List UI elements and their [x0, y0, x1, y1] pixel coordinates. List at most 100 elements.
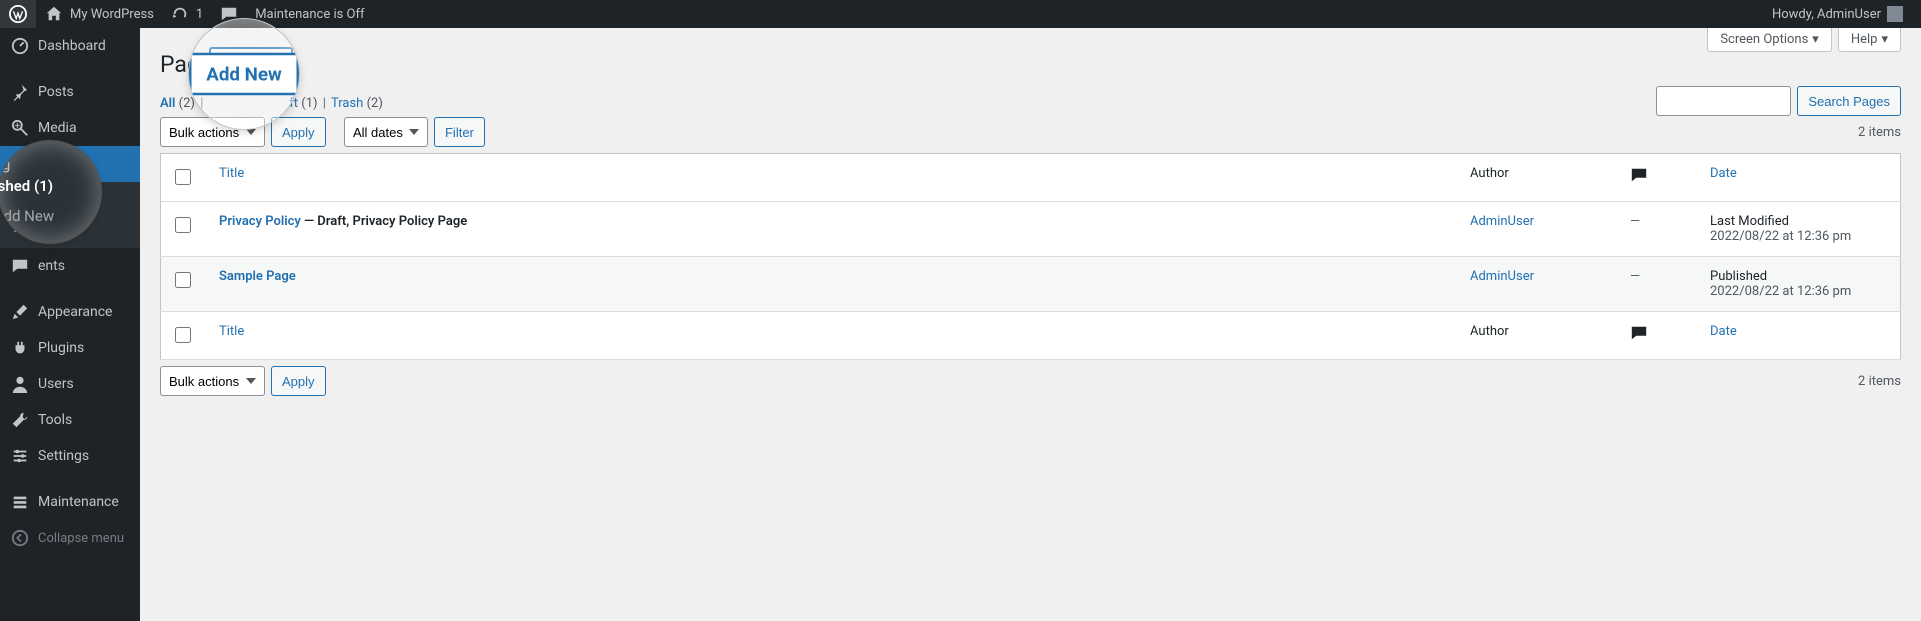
table-row: Privacy Policy — Draft, Privacy Policy P…	[161, 202, 1901, 257]
items-count-bottom: 2 items	[1858, 374, 1901, 389]
avatar	[1887, 6, 1903, 22]
col-date-sort[interactable]: Date	[1710, 324, 1737, 339]
sidebar-item-label: Plugins	[38, 340, 84, 356]
sidebar-item-tools[interactable]: Tools	[0, 402, 140, 438]
separator: |	[321, 96, 328, 111]
pages-submenu: All Pages Add New	[0, 182, 140, 248]
sidebar-item-label: Pages	[38, 156, 77, 172]
caret-down-icon: ▾	[1881, 32, 1888, 47]
collapse-icon	[10, 528, 30, 548]
apply-button-bottom[interactable]: Apply	[271, 366, 326, 396]
sidebar-item-pages[interactable]: Pages	[0, 146, 140, 182]
sidebar-item-label: Media	[38, 120, 77, 136]
filter-draft-link[interactable]: ft	[289, 96, 298, 111]
sidebar-item-plugins[interactable]: Plugins	[0, 330, 140, 366]
screen-meta-links: Screen Options ▾ Help ▾	[1707, 28, 1901, 52]
tablenav-top: Bulk actions Apply All dates Filter 2 it…	[160, 117, 1901, 147]
add-new-button[interactable]: Add New	[209, 47, 293, 77]
col-author-footer: Author	[1460, 312, 1620, 360]
help-button[interactable]: Help ▾	[1838, 28, 1901, 52]
sidebar-item-maintenance[interactable]: Maintenance	[0, 484, 140, 520]
row-checkbox[interactable]	[175, 272, 191, 288]
main-content: Screen Options ▾ Help ▾ Pag Add New Sear…	[140, 28, 1921, 621]
filter-all-count: (2)	[179, 96, 195, 111]
updates-count: 1	[196, 7, 203, 22]
apply-button-top[interactable]: Apply	[271, 117, 326, 147]
col-title-sort[interactable]: Title	[219, 166, 244, 181]
date-filter-select[interactable]: All dates	[344, 117, 428, 147]
maintenance-status[interactable]: Maintenance is Off	[247, 0, 372, 28]
row-checkbox[interactable]	[175, 217, 191, 233]
select-all-checkbox-top[interactable]	[175, 169, 191, 185]
sidebar-item-appearance[interactable]: Appearance	[0, 294, 140, 330]
wp-logo-menu[interactable]	[0, 0, 36, 28]
search-pages-form: Search Pages	[1656, 86, 1901, 116]
filter-trash-link[interactable]: Trash	[331, 96, 363, 111]
filter-trash-count: (2)	[367, 96, 383, 111]
comment-icon	[219, 4, 239, 24]
screen-options-button[interactable]: Screen Options ▾	[1707, 28, 1832, 52]
table-row: Sample Page AdminUser — Published 2022/0…	[161, 257, 1901, 312]
plug-icon	[10, 338, 30, 358]
col-title-sort[interactable]: Title	[219, 324, 244, 339]
comments-count: —	[1630, 269, 1640, 284]
separator: |	[198, 96, 205, 111]
pages-table: Title Author Date Privacy Policy — Draft…	[160, 153, 1901, 360]
screen-options-label: Screen Options	[1720, 32, 1808, 47]
select-all-header	[161, 154, 210, 202]
date-value: 2022/08/22 at 12:36 pm	[1710, 284, 1890, 299]
sidebar-item-media[interactable]: Media	[0, 110, 140, 146]
search-pages-button[interactable]: Search Pages	[1797, 86, 1901, 116]
user-icon	[10, 374, 30, 394]
my-account-link[interactable]: Howdy, AdminUser	[1764, 0, 1911, 28]
sidebar-item-label: Tools	[38, 412, 72, 428]
comments-link[interactable]	[211, 0, 247, 28]
submenu-item-add-new[interactable]: Add New	[0, 215, 140, 242]
sidebar-item-label: Dashboard	[38, 38, 106, 54]
collapse-menu-button[interactable]: Collapse menu	[0, 520, 140, 556]
date-status: Published	[1710, 269, 1890, 284]
howdy-label: Howdy, AdminUser	[1772, 7, 1881, 22]
submenu-item-all-pages[interactable]: All Pages	[0, 188, 140, 215]
status-filter-links: All (2) | ft (1) | Trash (2)	[160, 96, 1901, 111]
refresh-icon	[170, 4, 190, 24]
page-title-link[interactable]: Sample Page	[219, 269, 296, 284]
post-state: — Draft, Privacy Policy Page	[301, 214, 467, 229]
author-link[interactable]: AdminUser	[1470, 214, 1534, 229]
sidebar-item-label: Posts	[38, 84, 74, 100]
sidebar-item-posts[interactable]: Posts	[0, 74, 140, 110]
updates-link[interactable]: 1	[162, 0, 211, 28]
select-all-checkbox-bottom[interactable]	[175, 327, 191, 343]
sidebar-item-comments[interactable]: ents	[0, 248, 140, 284]
maintenance-icon	[10, 492, 30, 512]
comment-icon	[1630, 173, 1648, 188]
author-link[interactable]: AdminUser	[1470, 269, 1534, 284]
col-date-sort[interactable]: Date	[1710, 166, 1737, 181]
site-name-label: My WordPress	[70, 7, 154, 22]
sidebar-item-label: Appearance	[38, 304, 112, 320]
help-label: Help	[1851, 32, 1878, 47]
admin-bar: My WordPress 1 Maintenance is Off Howdy,…	[0, 0, 1921, 28]
bulk-action-select-bottom[interactable]: Bulk actions	[160, 366, 265, 396]
comments-count: —	[1630, 214, 1640, 229]
wordpress-logo-icon	[8, 4, 28, 24]
home-icon	[44, 4, 64, 24]
search-input[interactable]	[1656, 86, 1791, 116]
page-title-link[interactable]: Privacy Policy	[219, 214, 301, 229]
sidebar-item-label: Maintenance	[38, 494, 119, 510]
sliders-icon	[10, 446, 30, 466]
site-name-link[interactable]: My WordPress	[36, 0, 162, 28]
collapse-menu-label: Collapse menu	[38, 531, 124, 546]
filter-button[interactable]: Filter	[434, 117, 485, 147]
sidebar-item-settings[interactable]: Settings	[0, 438, 140, 474]
comment-icon	[10, 256, 30, 276]
page-icon	[10, 154, 30, 174]
brush-icon	[10, 302, 30, 322]
items-count-top: 2 items	[1858, 125, 1901, 140]
sidebar-item-dashboard[interactable]: Dashboard	[0, 28, 140, 64]
comment-icon	[1630, 331, 1648, 346]
col-author-header: Author	[1460, 154, 1620, 202]
filter-all-link[interactable]: All	[160, 96, 175, 111]
sidebar-item-users[interactable]: Users	[0, 366, 140, 402]
bulk-action-select-top[interactable]: Bulk actions	[160, 117, 265, 147]
